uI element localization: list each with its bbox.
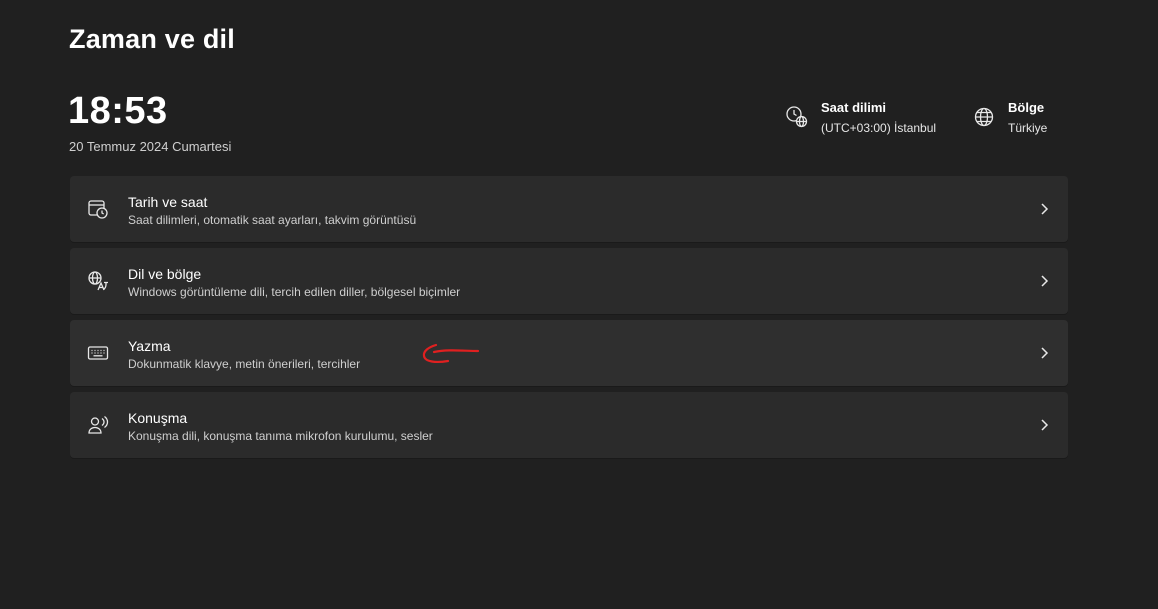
card-language-region[interactable]: Dil ve bölge Windows görüntüleme dili, t… xyxy=(70,248,1068,314)
chevron-right-icon xyxy=(1038,345,1050,361)
card-title: Tarih ve saat xyxy=(128,194,208,210)
region-label: Bölge xyxy=(1008,100,1045,115)
page-title: Zaman ve dil xyxy=(69,24,235,54)
clock-time: 18:53 xyxy=(68,90,168,132)
card-subtitle: Saat dilimleri, otomatik saat ayarları, … xyxy=(128,213,417,227)
timezone-value: (UTC+03:00) İstanbul xyxy=(821,121,937,135)
language-icon xyxy=(87,270,109,292)
card-subtitle: Konuşma dili, konuşma tanıma mikrofon ku… xyxy=(128,429,433,443)
globe-icon xyxy=(972,105,996,129)
card-subtitle: Dokunmatik klavye, metin önerileri, terc… xyxy=(128,357,361,371)
settings-list: Tarih ve saat Saat dilimleri, otomatik s… xyxy=(70,176,1068,464)
card-date-time[interactable]: Tarih ve saat Saat dilimleri, otomatik s… xyxy=(70,176,1068,242)
timezone-info[interactable]: Saat dilimi (UTC+03:00) İstanbul xyxy=(785,100,936,136)
calendar-clock-icon xyxy=(87,198,109,220)
card-speech[interactable]: Konuşma Konuşma dili, konuşma tanıma mik… xyxy=(70,392,1068,458)
clock-globe-icon xyxy=(785,105,809,129)
speech-icon xyxy=(87,414,109,436)
chevron-right-icon xyxy=(1038,417,1050,433)
region-info[interactable]: Bölge Türkiye xyxy=(972,100,1047,136)
chevron-right-icon xyxy=(1038,201,1050,217)
region-value: Türkiye xyxy=(1008,121,1048,135)
timezone-label: Saat dilimi xyxy=(821,100,887,115)
keyboard-icon xyxy=(87,342,109,364)
chevron-right-icon xyxy=(1038,273,1050,289)
card-title: Konuşma xyxy=(128,410,188,426)
settings-page: Zaman ve dil 18:53 20 Temmuz 2024 Cumart… xyxy=(0,0,1158,609)
card-title: Yazma xyxy=(128,338,171,354)
red-arrow-annotation-icon xyxy=(418,337,484,369)
clock-date: 20 Temmuz 2024 Cumartesi xyxy=(69,139,232,154)
card-subtitle: Windows görüntüleme dili, tercih edilen … xyxy=(128,285,461,299)
card-title: Dil ve bölge xyxy=(128,266,202,282)
card-typing[interactable]: Yazma Dokunmatik klavye, metin önerileri… xyxy=(70,320,1068,386)
